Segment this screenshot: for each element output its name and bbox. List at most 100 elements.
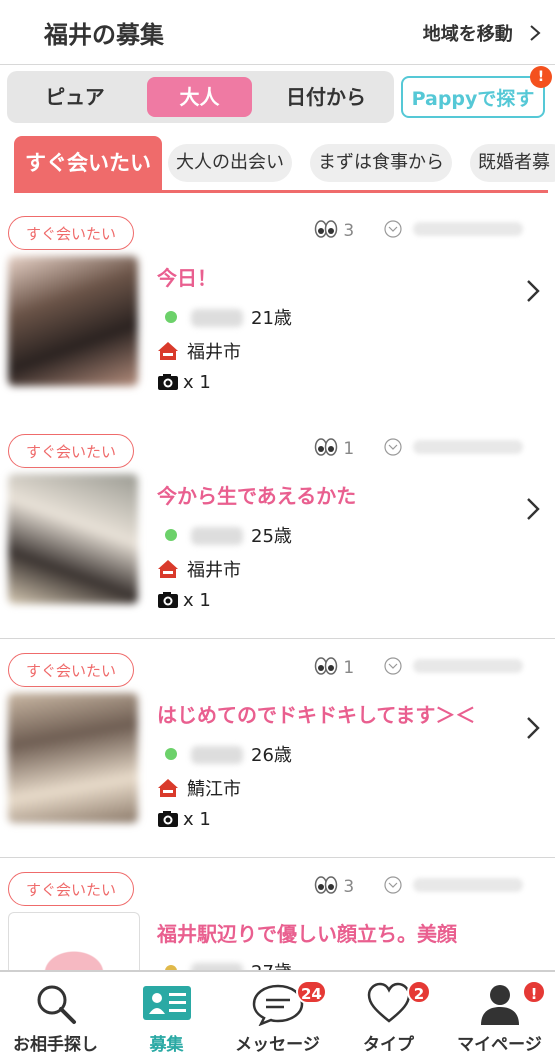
chevron-circle-icon (384, 657, 402, 675)
tab-label: タイプ (363, 1035, 414, 1055)
blurred-timestamp (412, 659, 523, 673)
blurred-timestamp (412, 222, 523, 236)
category-tab-adult-meet[interactable]: 大人の出会い (168, 144, 292, 182)
post-card[interactable]: すぐ会いたい 3 今日！ 21歳 福井市 x 1 (0, 202, 555, 421)
post-tag: すぐ会いたい (8, 216, 134, 250)
search-icon (37, 985, 76, 1024)
chevron-circle-icon (384, 876, 402, 894)
segment-by-date[interactable]: 日付から (270, 77, 382, 117)
view-count: 1 (314, 657, 354, 678)
photo-count: x 1 (183, 809, 211, 830)
pappy-search-button[interactable]: Pappyで探す (401, 76, 545, 118)
tab-label: 募集 (149, 1035, 184, 1055)
mode-segmented-control: ピュア 大人 日付から (7, 71, 394, 123)
house-icon (158, 560, 178, 578)
photo-count-row: x 1 (157, 372, 211, 393)
house-icon (158, 779, 178, 797)
tab-type[interactable]: 2 タイプ (333, 972, 444, 1058)
post-title: 福井駅辺りで優しい顔立ち。美顔 (157, 922, 457, 946)
view-count-value: 1 (343, 439, 355, 459)
tab-partner-search[interactable]: お相手探し (0, 972, 111, 1058)
post-title: はじめてのでドキドキしてます＞＜ (157, 703, 476, 727)
post-time (384, 657, 523, 676)
online-status-dot (165, 311, 177, 323)
header: 福井の募集 地域を移動 (0, 0, 555, 65)
view-count-value: 1 (343, 658, 355, 678)
location-row: 福井市 (157, 338, 241, 364)
page-title: 福井の募集 (44, 21, 164, 49)
chevron-circle-icon (384, 438, 402, 456)
user-city: 鯖江市 (187, 779, 241, 800)
post-time (384, 438, 523, 457)
view-count: 3 (314, 220, 354, 241)
eyes-icon (314, 657, 338, 675)
post-card[interactable]: すぐ会いたい 3 福井駅辺りで優しい顔立ち。美顔 27歳 (0, 858, 555, 971)
user-info-row: 27歳 (157, 958, 292, 970)
mypage-alert-badge: ! (522, 980, 546, 1004)
camera-icon (158, 374, 178, 390)
default-avatar-photo[interactable] (8, 912, 140, 971)
chevron-right-icon[interactable] (525, 496, 541, 522)
user-info-row: 21歳 (157, 304, 292, 330)
pappy-alert-badge: ! (530, 66, 552, 88)
message-count-badge: 24 (296, 980, 327, 1004)
user-age: 25歳 (251, 526, 292, 547)
profile-photo[interactable] (8, 693, 138, 823)
view-count-value: 3 (343, 877, 355, 897)
blurred-username (191, 527, 243, 545)
board-icon (142, 986, 191, 1020)
post-time (384, 220, 523, 239)
camera-icon (158, 811, 178, 827)
segment-adult[interactable]: 大人 (147, 77, 252, 117)
category-tab-married[interactable]: 既婚者募 (470, 144, 555, 182)
online-status-dot (165, 529, 177, 541)
photo-count: x 1 (183, 372, 211, 393)
tab-recruit[interactable]: 募集 (111, 972, 222, 1058)
category-tabs: すぐ会いたい 大人の出会い まずは食事から 既婚者募 (0, 136, 555, 192)
chevron-circle-icon (384, 220, 402, 238)
post-time (384, 876, 523, 895)
user-city: 福井市 (187, 560, 241, 581)
heart-icon (367, 982, 410, 1023)
blurred-username (191, 746, 243, 764)
post-title: 今日！ (157, 266, 217, 290)
profile-photo[interactable] (8, 474, 138, 604)
tab-messages[interactable]: 24 メッセージ (222, 972, 333, 1058)
post-card[interactable]: すぐ会いたい 1 はじめてのでドキドキしてます＞＜ 26歳 鯖江市 x 1 (0, 639, 555, 858)
house-icon (158, 342, 178, 360)
chevron-right-icon (530, 25, 541, 41)
chevron-right-icon[interactable] (525, 715, 541, 741)
post-card[interactable]: すぐ会いたい 1 今から生であえるかた 25歳 福井市 x 1 (0, 420, 555, 639)
user-city: 福井市 (187, 342, 241, 363)
bottom-tab-bar: お相手探し 募集 24 メッセージ 2 タイプ ! マイページ (0, 970, 555, 1058)
tab-mypage[interactable]: ! マイページ (444, 972, 555, 1058)
tab-label: マイページ (457, 1035, 542, 1055)
post-tag: すぐ会いたい (8, 434, 134, 468)
eyes-icon (314, 220, 338, 238)
camera-icon (158, 592, 178, 608)
category-tab-dinner[interactable]: まずは食事から (310, 144, 452, 182)
view-count: 1 (314, 438, 354, 459)
photo-count: x 1 (183, 590, 211, 611)
blurred-timestamp (412, 878, 523, 892)
blurred-username (191, 963, 243, 970)
segment-pure[interactable]: ピュア (23, 77, 127, 117)
category-tab-soon[interactable]: すぐ会いたい (14, 136, 162, 190)
tab-label: お相手探し (13, 1035, 98, 1055)
user-age: 26歳 (251, 745, 292, 766)
user-info-row: 25歳 (157, 522, 292, 548)
profile-photo[interactable] (8, 256, 138, 386)
view-count: 3 (314, 876, 354, 897)
user-age: 27歳 (251, 962, 292, 970)
region-change-link[interactable]: 地域を移動 (423, 20, 541, 46)
post-tag: すぐ会いたい (8, 872, 134, 906)
chevron-right-icon[interactable] (525, 278, 541, 304)
type-count-badge: 2 (407, 980, 431, 1004)
person-icon (480, 985, 519, 1025)
tab-label: メッセージ (235, 1035, 320, 1055)
blurred-username (191, 309, 243, 327)
post-title: 今から生であえるかた (157, 484, 357, 508)
location-row: 鯖江市 (157, 775, 241, 801)
eyes-icon (314, 876, 338, 894)
user-age: 21歳 (251, 308, 292, 329)
